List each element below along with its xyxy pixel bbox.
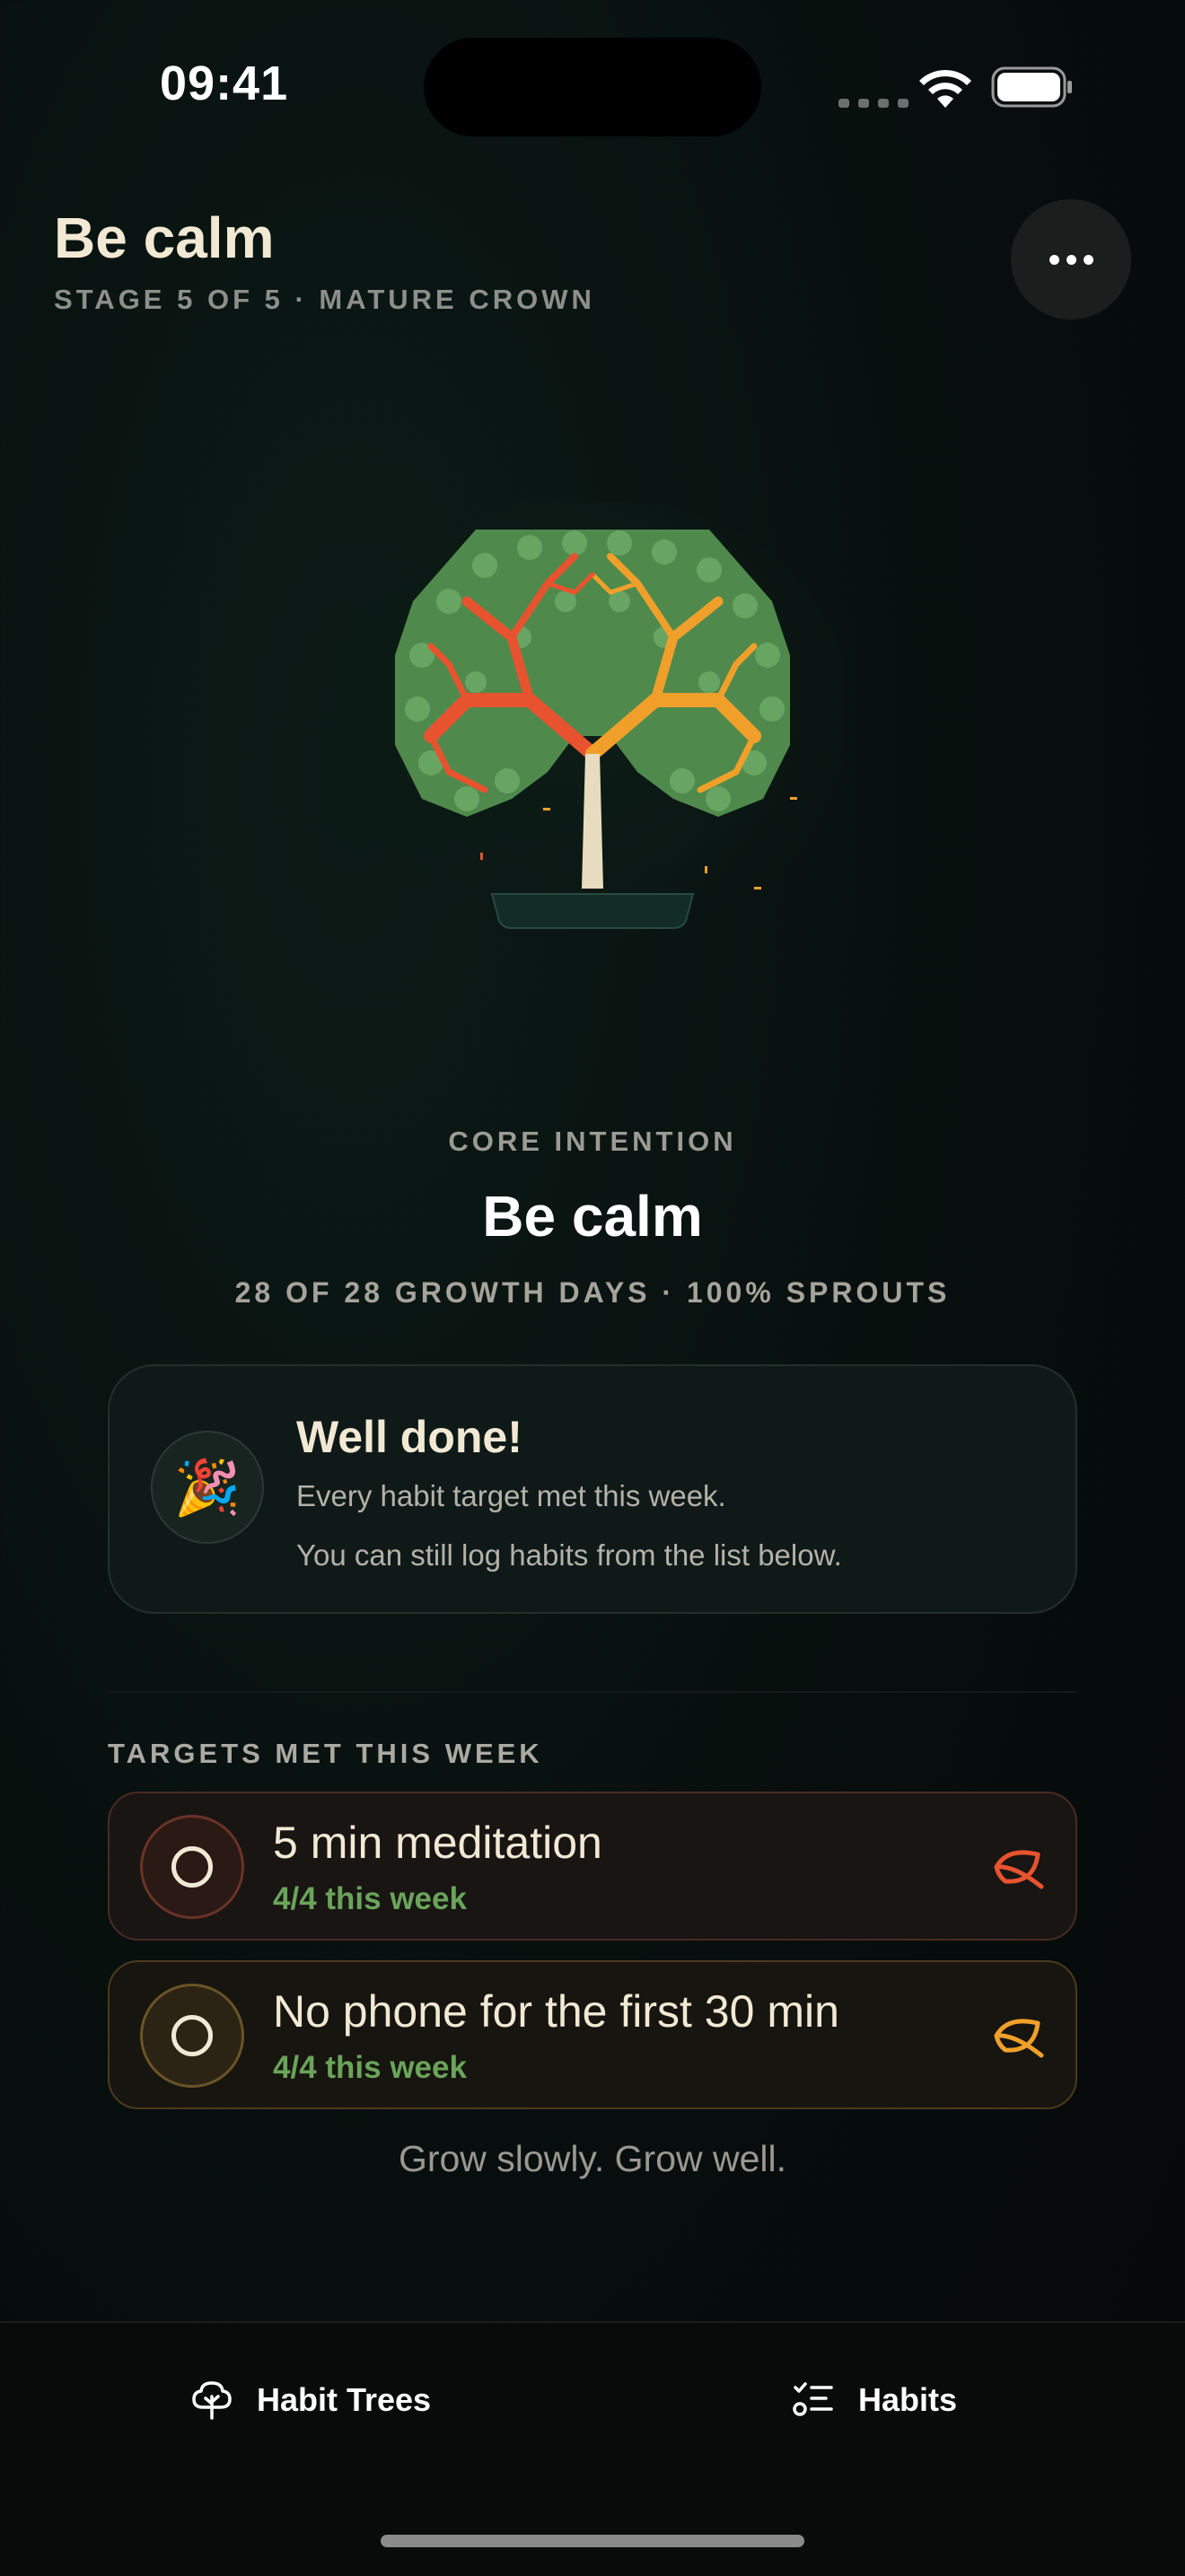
- growth-stats: 28 OF 28 GROWTH DAYS · 100% SPROUTS: [234, 1276, 951, 1309]
- tagline: Grow slowly. Grow well.: [398, 2138, 787, 2179]
- habit-progress: 4/4 this week: [273, 1881, 467, 1916]
- tree-icon: [192, 2381, 232, 2420]
- habit-tree-illustration: [341, 503, 844, 942]
- checklist-icon: [793, 2382, 833, 2416]
- battery-icon: [991, 66, 1072, 108]
- core-intention-label: CORE INTENTION: [448, 1126, 737, 1157]
- wifi-icon: [919, 69, 971, 108]
- tab-habits-label: Habits: [858, 2381, 958, 2418]
- habit-check-button[interactable]: [140, 1815, 244, 1919]
- circle-icon: [171, 2015, 213, 2056]
- well-done-title: Well done!: [296, 1412, 522, 1462]
- dynamic-island: [424, 38, 761, 136]
- more-dot: [1083, 254, 1093, 265]
- habit-check-button[interactable]: [140, 1984, 244, 2088]
- party-popper-icon: 🎉: [151, 1431, 264, 1544]
- tab-habits[interactable]: Habits: [790, 2377, 957, 2423]
- habit-progress: 4/4 this week: [273, 2050, 467, 2085]
- more-dot: [1066, 254, 1076, 265]
- well-done-card: 🎉 Well done! Every habit target met this…: [108, 1364, 1077, 1614]
- circle-icon: [171, 1846, 213, 1888]
- core-intention-title: Be calm: [482, 1184, 703, 1249]
- tab-habit-trees[interactable]: Habit Trees: [189, 2377, 431, 2423]
- more-options-button[interactable]: [1011, 199, 1131, 320]
- well-done-message: Every habit target met this week.: [296, 1479, 726, 1512]
- home-indicator[interactable]: [381, 2535, 804, 2547]
- well-done-hint: You can still log habits from the list b…: [296, 1538, 842, 1572]
- targets-met-heading: TARGETS MET THIS WEEK: [108, 1738, 543, 1769]
- stage-subtitle: STAGE 5 OF 5 · MATURE CROWN: [54, 284, 595, 315]
- more-dot: [1049, 254, 1059, 265]
- habit-row[interactable]: No phone for the first 30 min 4/4 this w…: [108, 1960, 1077, 2109]
- leaf-icon: [994, 2019, 1044, 2058]
- section-divider: [108, 1691, 1077, 1693]
- habit-name: 5 min meditation: [273, 1818, 602, 1868]
- page-title: Be calm: [54, 206, 275, 270]
- tab-habit-trees-label: Habit Trees: [257, 2381, 432, 2418]
- leaf-icon: [994, 1850, 1044, 1889]
- habit-row[interactable]: 5 min meditation 4/4 this week: [108, 1792, 1077, 1941]
- status-time: 09:41: [160, 57, 289, 110]
- habit-name: No phone for the first 30 min: [273, 1986, 839, 2037]
- signal-icon: [838, 93, 910, 108]
